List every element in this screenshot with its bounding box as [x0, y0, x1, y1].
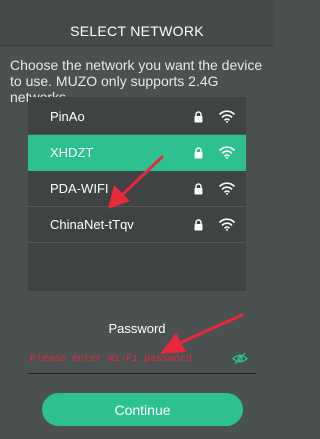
wifi-icon [219, 146, 235, 159]
lock-icon [194, 183, 203, 195]
network-row-xhdzt[interactable]: XHDZT [28, 135, 246, 171]
continue-button[interactable]: Continue [42, 393, 243, 426]
page-title: SELECT NETWORK [70, 22, 204, 39]
lock-icon [194, 147, 203, 159]
network-ssid: ChinaNet-tTqv [50, 217, 134, 232]
network-row-partial[interactable] [28, 247, 246, 291]
network-row-pinao[interactable]: PinAo [28, 99, 246, 135]
network-ssid: PinAo [50, 109, 85, 124]
eye-icon[interactable] [232, 352, 248, 365]
wifi-icon [219, 218, 235, 231]
network-row-pda-wifi[interactable]: PDA-WIFI [28, 171, 246, 207]
title-bar: SELECT NETWORK [0, 0, 274, 46]
lock-icon [194, 219, 203, 231]
network-row-chinanet-ttqv[interactable]: ChinaNet-tTqv [28, 207, 246, 243]
network-list: PinAo XHDZT PDA-WIFI ChinaNet-tTqv [28, 99, 246, 243]
network-list-panel: PinAo XHDZT PDA-WIFI ChinaNet-tTqv [28, 97, 246, 291]
lock-icon [194, 111, 203, 123]
network-ssid: PDA-WIFI [50, 181, 109, 196]
network-ssid: XHDZT [50, 145, 94, 160]
password-field [28, 344, 256, 374]
wifi-icon [219, 182, 235, 195]
wifi-icon [219, 110, 235, 123]
password-label: Password [108, 321, 166, 336]
password-input[interactable] [30, 348, 226, 370]
